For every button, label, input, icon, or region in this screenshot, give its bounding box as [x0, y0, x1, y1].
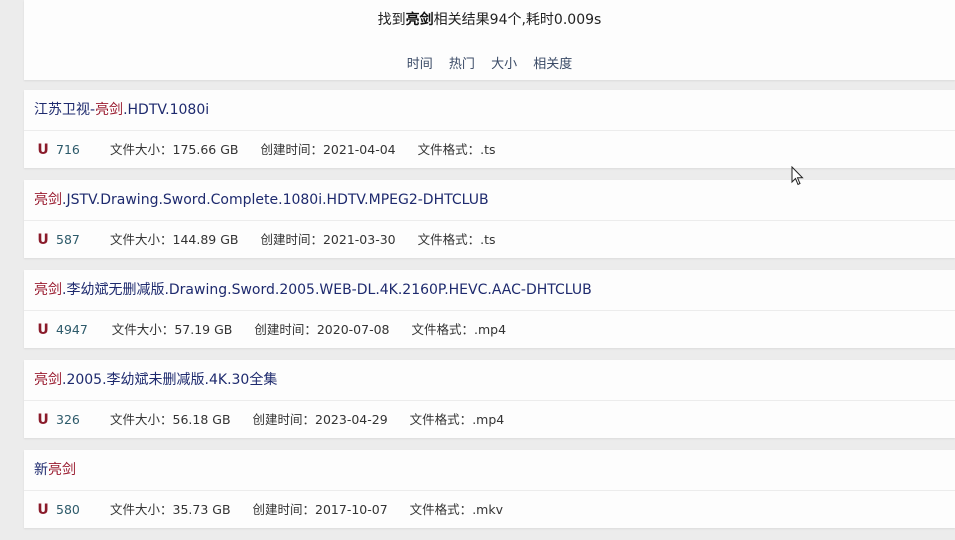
hot-icon: U [37, 142, 49, 158]
title-rest: .JSTV.Drawing.Sword.Complete.1080i.HDTV.… [62, 192, 489, 208]
size-value: 56.18 GB [172, 412, 231, 427]
hot-icon: U [37, 412, 49, 428]
title-keyword: 亮剑 [48, 462, 76, 478]
result-title-link[interactable]: 江苏卫视-亮剑.HDTV.1080i [24, 90, 955, 131]
hot-count: 326 [56, 412, 80, 427]
format-label: 文件格式： [409, 412, 473, 427]
file-size: 文件大小：175.66 GB [110, 142, 239, 157]
result-meta: U 587 文件大小：144.89 GB 创建时间：2021-03-30 文件格式… [24, 221, 955, 258]
title-keyword: 亮剑 [34, 192, 62, 208]
sort-popular[interactable]: 热门 [449, 57, 475, 72]
title-prefix: 新 [34, 462, 48, 478]
date-label: 创建时间： [260, 232, 323, 247]
create-date: 创建时间：2017-10-07 [253, 502, 388, 517]
hot-count: 716 [56, 142, 80, 157]
title-rest: .HDTV.1080i [123, 102, 210, 118]
result-title-link[interactable]: 亮剑.李幼斌无删减版.Drawing.Sword.2005.WEB-DL.4K.… [24, 270, 955, 311]
result-meta: U 716 文件大小：175.66 GB 创建时间：2021-04-04 文件格式… [24, 131, 955, 168]
file-size: 文件大小：56.18 GB [110, 412, 231, 427]
title-rest: .李幼斌无删减版.Drawing.Sword.2005.WEB-DL.4K.21… [62, 282, 592, 298]
title-keyword: 亮剑 [34, 282, 62, 298]
hot-icon: U [37, 322, 49, 338]
format-label: 文件格式： [409, 502, 473, 517]
size-value: 57.19 GB [174, 322, 233, 337]
date-value: 2017-10-07 [315, 502, 388, 517]
sort-relevance[interactable]: 相关度 [533, 57, 572, 72]
size-label: 文件大小： [109, 232, 173, 247]
size-value: 175.66 GB [172, 142, 239, 157]
size-value: 144.89 GB [172, 232, 239, 247]
sort-size[interactable]: 大小 [491, 57, 517, 72]
create-date: 创建时间：2020-07-08 [254, 322, 389, 337]
format-value: .mp4 [474, 322, 507, 337]
hot-icon: U [37, 232, 49, 248]
file-size: 文件大小：57.19 GB [112, 322, 233, 337]
mouse-cursor-icon [791, 166, 804, 186]
result-meta: U 580 文件大小：35.73 GB 创建时间：2017-10-07 文件格式：… [24, 491, 955, 528]
date-label: 创建时间： [252, 412, 316, 427]
hot-count: 587 [56, 232, 80, 247]
result-title-link[interactable]: 亮剑.2005.李幼斌未删减版.4K.30全集 [24, 360, 955, 401]
summary-suffix: 相关结果94个,耗时0.009s [433, 12, 602, 28]
summary-keyword: 亮剑 [405, 12, 434, 28]
create-date: 创建时间：2023-04-29 [253, 412, 388, 427]
result-meta: U 326 文件大小：56.18 GB 创建时间：2023-04-29 文件格式：… [24, 401, 955, 438]
result-title-link[interactable]: 新亮剑 [24, 450, 955, 491]
result-card: 江苏卫视-亮剑.HDTV.1080i U 716 文件大小：175.66 GB 创… [24, 90, 955, 168]
result-card: 亮剑.2005.李幼斌未删减版.4K.30全集 U 326 文件大小：56.18 … [24, 360, 955, 438]
format-label: 文件格式： [417, 142, 481, 157]
result-title-link[interactable]: 亮剑.JSTV.Drawing.Sword.Complete.1080i.HDT… [24, 180, 955, 221]
search-summary-panel: 找到亮剑相关结果94个,耗时0.009s 时间 热门 大小 相关度 [24, 0, 955, 80]
result-summary: 找到亮剑相关结果94个,耗时0.009s [24, 9, 955, 29]
result-card: 新亮剑 U 580 文件大小：35.73 GB 创建时间：2017-10-07 文… [24, 450, 955, 528]
date-label: 创建时间： [254, 322, 317, 337]
file-size: 文件大小：35.73 GB [110, 502, 231, 517]
hot-icon: U [37, 502, 49, 518]
sort-bar: 时间 热门 大小 相关度 [24, 53, 955, 72]
title-keyword: 亮剑 [34, 372, 62, 388]
hot-count: 4947 [56, 322, 88, 337]
result-card: 亮剑.JSTV.Drawing.Sword.Complete.1080i.HDT… [24, 180, 955, 258]
format-value: .ts [480, 142, 496, 157]
title-rest: .2005.李幼斌未删减版.4K.30全集 [62, 372, 278, 388]
hot-count: 580 [56, 502, 80, 517]
create-date: 创建时间：2021-03-30 [260, 232, 395, 247]
title-prefix: 江苏卫视- [34, 102, 96, 118]
size-label: 文件大小： [109, 502, 173, 517]
file-format: 文件格式：.mp4 [411, 322, 506, 337]
date-label: 创建时间： [252, 502, 316, 517]
format-label: 文件格式： [411, 322, 474, 337]
date-label: 创建时间： [260, 142, 323, 157]
title-keyword: 亮剑 [95, 102, 124, 118]
date-value: 2023-04-29 [315, 412, 388, 427]
format-value: .mp4 [472, 412, 505, 427]
file-size: 文件大小：144.89 GB [110, 232, 239, 247]
result-meta: U 4947 文件大小：57.19 GB 创建时间：2020-07-08 文件格式… [24, 311, 955, 348]
format-label: 文件格式： [417, 232, 481, 247]
file-format: 文件格式：.ts [418, 232, 496, 247]
file-format: 文件格式：.mkv [410, 502, 503, 517]
size-label: 文件大小： [109, 142, 173, 157]
result-card: 亮剑.李幼斌无删减版.Drawing.Sword.2005.WEB-DL.4K.… [24, 270, 955, 348]
results-list: 江苏卫视-亮剑.HDTV.1080i U 716 文件大小：175.66 GB 创… [24, 90, 955, 540]
sort-time[interactable]: 时间 [407, 57, 433, 72]
date-value: 2021-03-30 [322, 232, 396, 247]
size-label: 文件大小： [109, 412, 173, 427]
summary-prefix: 找到 [377, 12, 406, 28]
date-value: 2020-07-08 [316, 322, 390, 337]
format-value: .mkv [472, 502, 503, 517]
size-value: 35.73 GB [172, 502, 231, 517]
date-value: 2021-04-04 [322, 142, 396, 157]
format-value: .ts [480, 232, 496, 247]
size-label: 文件大小： [111, 322, 175, 337]
file-format: 文件格式：.mp4 [410, 412, 505, 427]
file-format: 文件格式：.ts [418, 142, 496, 157]
create-date: 创建时间：2021-04-04 [260, 142, 395, 157]
